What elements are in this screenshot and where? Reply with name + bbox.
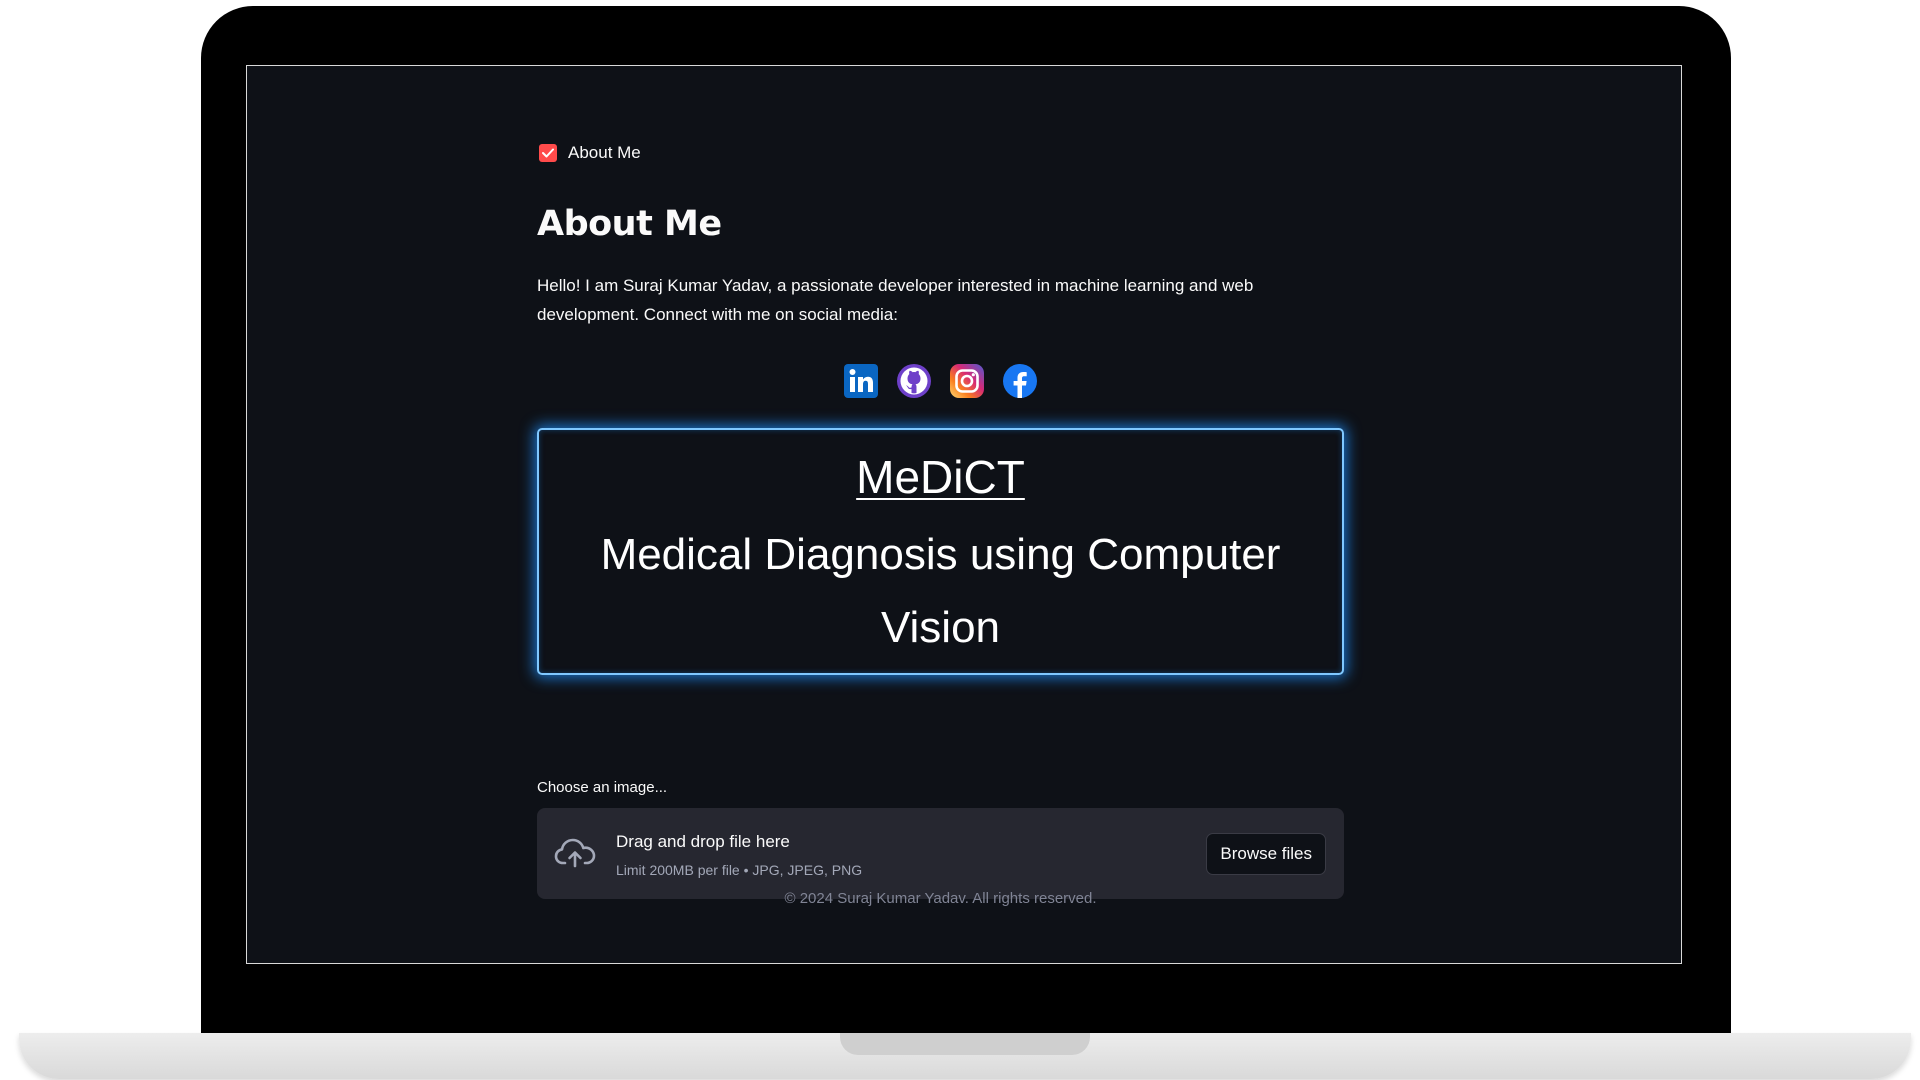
facebook-icon[interactable] [1002,363,1038,399]
footer-copyright: © 2024 Suraj Kumar Yadav. All rights res… [784,890,1097,907]
social-links [537,363,1344,399]
file-uploader-label: Choose an image... [537,779,668,796]
github-icon[interactable] [896,363,932,399]
about-me-checkbox[interactable]: About Me [539,143,641,163]
laptop-mockup: About Me About Me Hello! I am Suraj Kuma… [0,0,1920,1080]
hero-title-link[interactable]: MeDiCT [856,450,1025,504]
page-title: About Me [537,204,722,244]
checkbox-label: About Me [568,143,641,162]
file-dropzone[interactable]: Drag and drop file here Limit 200MB per … [537,808,1344,899]
drop-title: Drag and drop file here [616,832,790,851]
hero-subtitle: Medical Diagnosis using Computer Vision [600,530,1281,652]
main-content: About Me About Me Hello! I am Suraj Kuma… [537,66,1344,963]
upload-cloud-icon [554,838,596,868]
app-screen: About Me About Me Hello! I am Suraj Kuma… [246,65,1682,964]
drop-limit-text: Limit 200MB per file • JPG, JPEG, PNG [616,862,863,878]
linkedin-icon[interactable] [843,363,879,399]
hero-card: MeDiCT Medical Diagnosis using Computer … [537,428,1344,675]
intro-text: Hello! I am Suraj Kumar Yadav, a passion… [537,276,1254,324]
browse-files-button[interactable]: Browse files [1206,833,1326,875]
instagram-icon[interactable] [949,363,985,399]
laptop-notch [840,1033,1090,1055]
checkbox-checked-icon[interactable] [539,144,557,162]
